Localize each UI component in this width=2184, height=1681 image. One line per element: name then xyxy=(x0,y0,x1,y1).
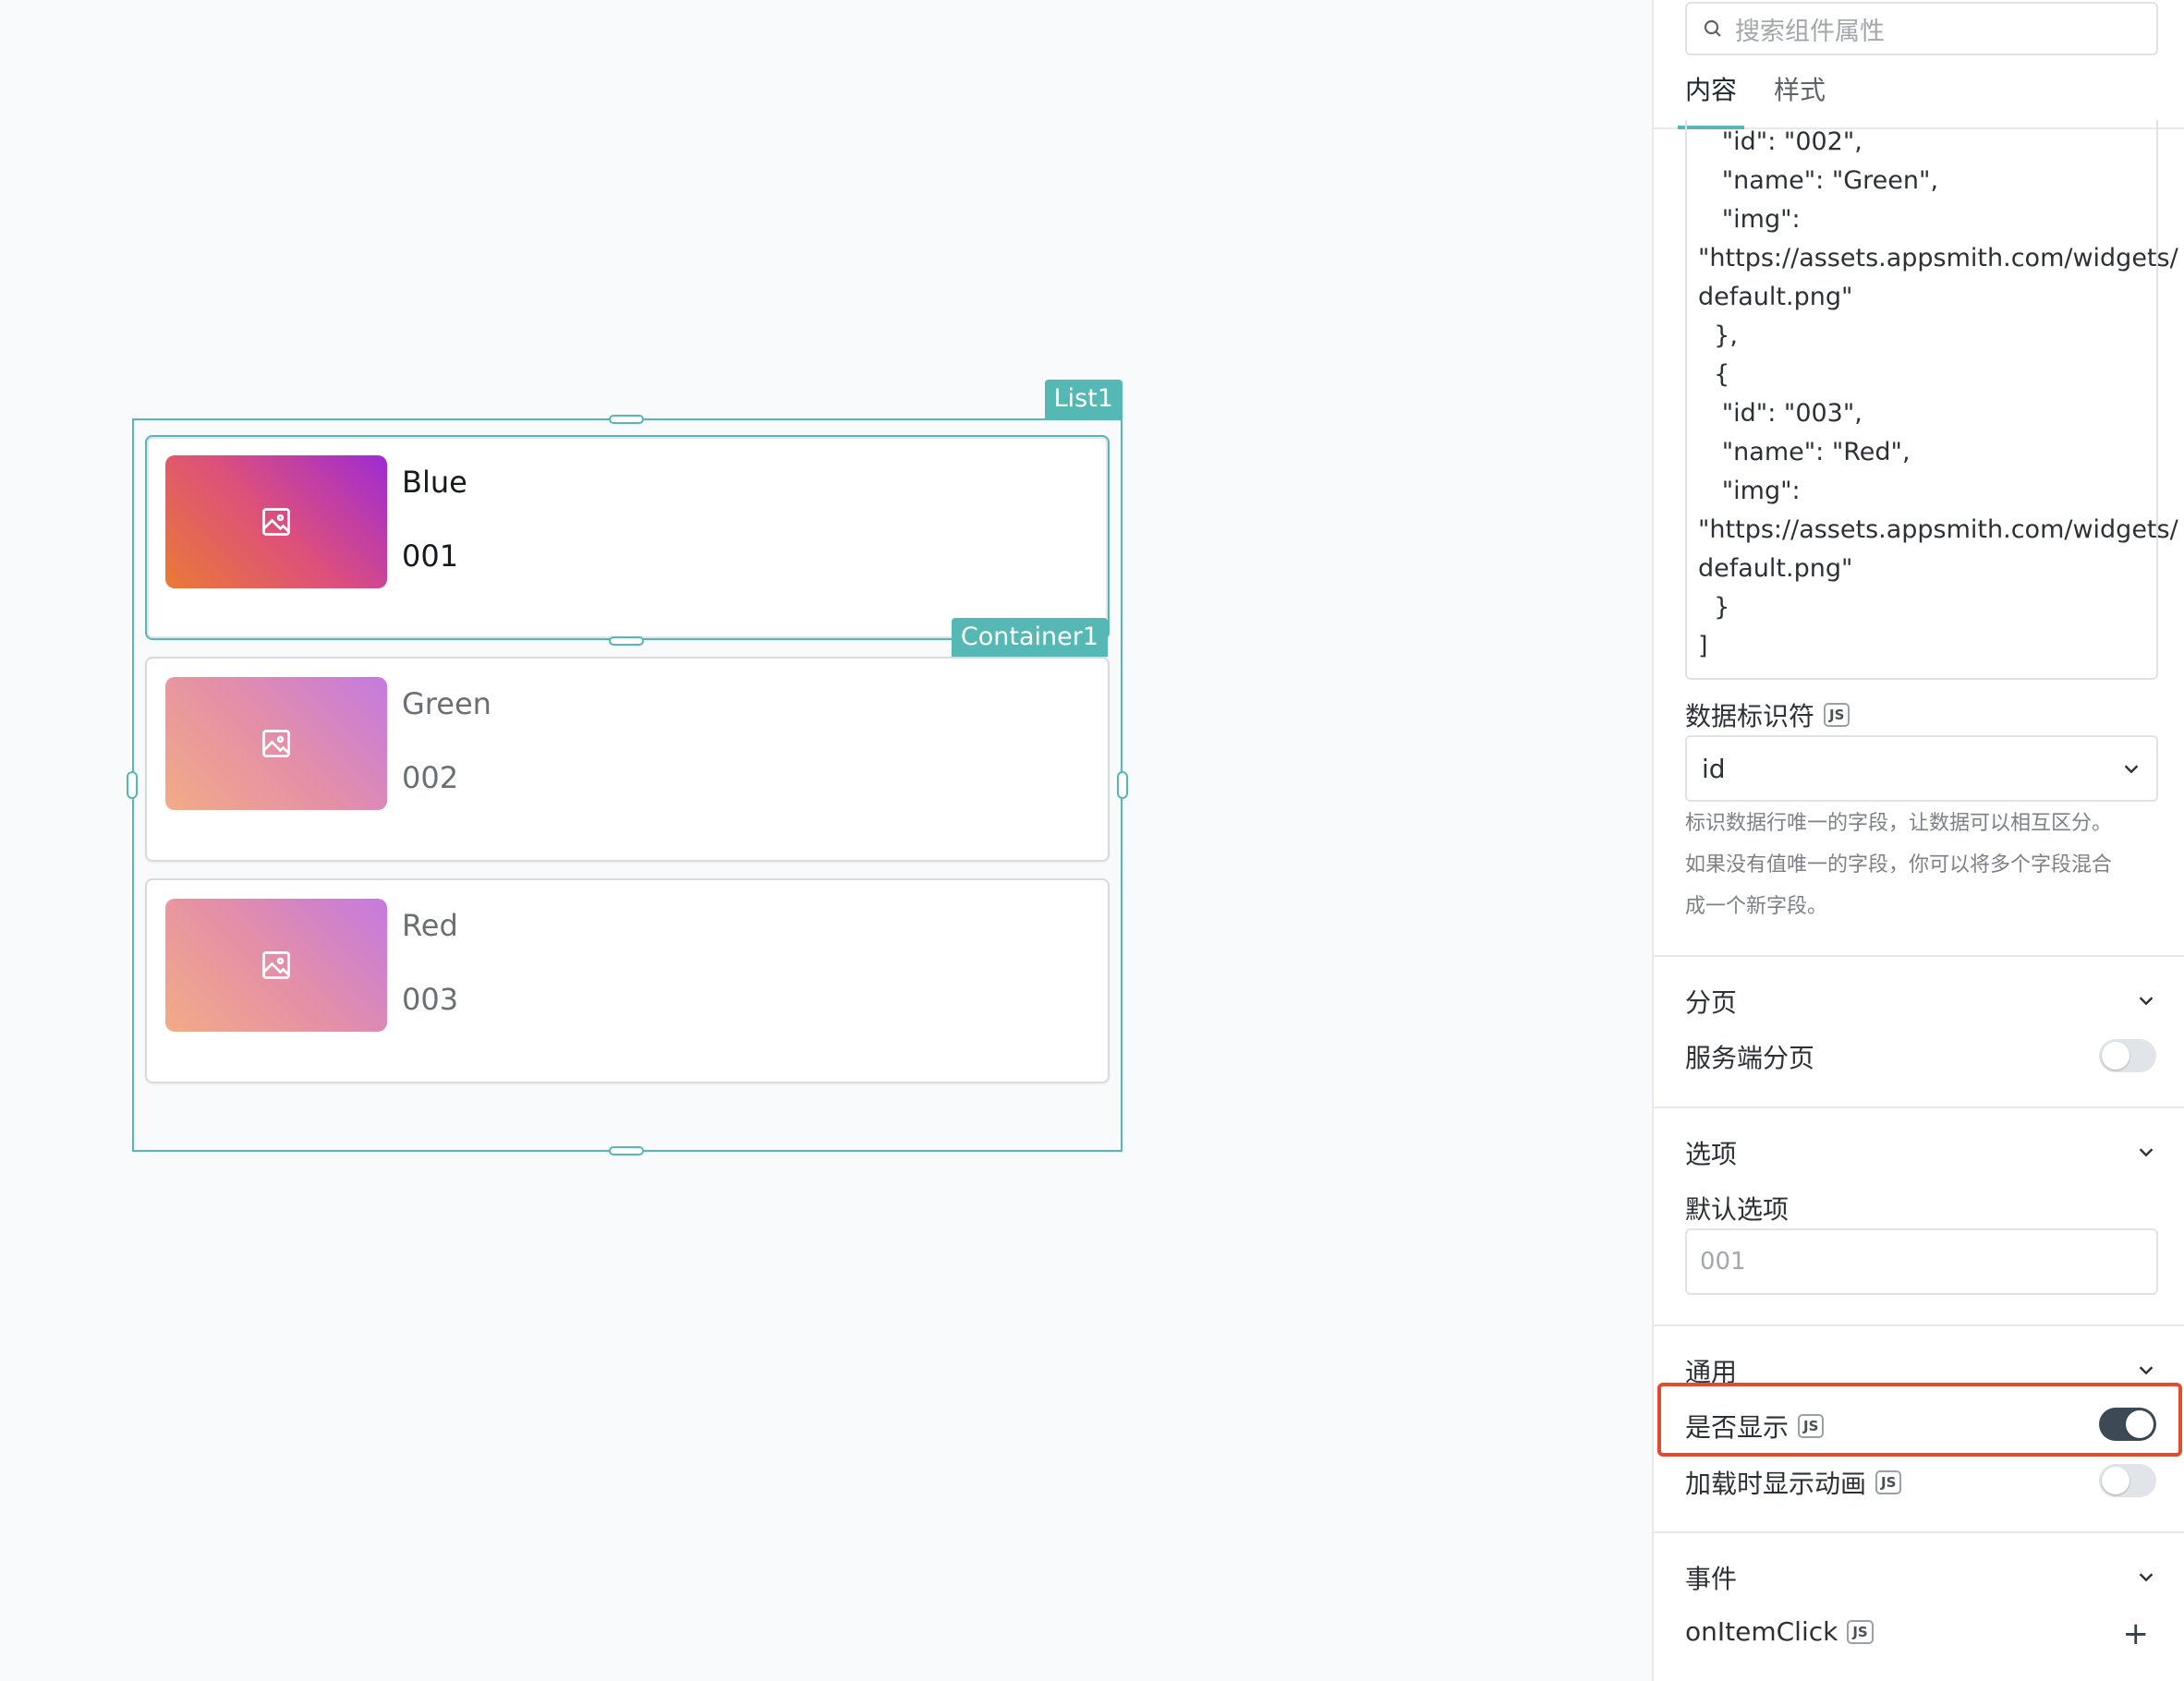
editor-canvas[interactable]: List1 Blue 001 Container1 Green 002 Red … xyxy=(0,0,1582,1681)
code-line: "img": xyxy=(1698,205,1801,234)
section-title-options[interactable]: 选项 xyxy=(1685,1134,1737,1171)
item-image xyxy=(165,455,387,588)
code-line: "name": "Red", xyxy=(1698,438,1911,466)
image-placeholder-icon xyxy=(262,730,290,757)
js-toggle-button[interactable]: JS xyxy=(1875,1470,1902,1494)
code-line: "img": xyxy=(1698,477,1801,505)
code-line: "https://assets.appsmith.com/widgets/ xyxy=(1698,244,2178,272)
help-text-line: 成一个新字段。 xyxy=(1685,895,1828,918)
section-divider xyxy=(1654,955,2184,957)
code-line: ] xyxy=(1698,632,1708,660)
item-image xyxy=(165,677,387,810)
section-divider xyxy=(1654,1324,2184,1326)
animate-loading-label: 加载时显示动画 JS xyxy=(1685,1464,1902,1501)
resize-handle-top[interactable] xyxy=(609,415,644,424)
list-widget[interactable]: List1 Blue 001 Container1 Green 002 Red … xyxy=(127,380,1128,1155)
property-search-input[interactable]: 搜索组件属性 xyxy=(1685,2,2158,55)
chevron-down-icon xyxy=(2124,765,2139,774)
list-items-area: Blue 001 Container1 Green 002 Red 003 xyxy=(140,426,1115,1144)
data-key-label-text: 数据标识符 xyxy=(1685,701,1815,732)
code-line: }, xyxy=(1698,321,1738,350)
code-line: "id": "003", xyxy=(1698,399,1862,428)
list-widget-name-tag[interactable]: List1 xyxy=(1044,380,1122,418)
code-line: } xyxy=(1698,593,1730,622)
chevron-down-icon[interactable] xyxy=(2136,990,2156,1010)
help-text-line: 标识数据行唯一的字段，让数据可以相互区分。 xyxy=(1685,812,2113,835)
on-item-click-label: onItemClick JS xyxy=(1685,1616,1874,1647)
item-id-text: 002 xyxy=(402,760,459,795)
code-line: "id": "002", xyxy=(1698,127,1862,156)
search-icon xyxy=(1704,19,1721,37)
js-toggle-button[interactable]: JS xyxy=(1824,703,1850,727)
chevron-down-icon[interactable] xyxy=(2136,1360,2156,1380)
container-resize-handle[interactable] xyxy=(609,636,644,646)
section-title-pagination[interactable]: 分页 xyxy=(1685,983,1737,1020)
server-side-pagination-toggle[interactable] xyxy=(2099,1039,2156,1072)
item-id-text: 001 xyxy=(402,538,459,574)
list-item[interactable]: Blue 001 xyxy=(145,435,1110,646)
resize-handle-bottom[interactable] xyxy=(609,1146,644,1155)
resize-handle-left[interactable] xyxy=(127,771,138,799)
item-name-text: Red xyxy=(402,908,458,943)
tab-content[interactable]: 内容 xyxy=(1685,70,1737,107)
resize-handle-right[interactable] xyxy=(1117,771,1128,799)
data-key-label: 数据标识符 JS xyxy=(1685,696,1850,733)
item-name-text: Blue xyxy=(402,465,467,500)
item-name-text: Green xyxy=(402,686,491,721)
section-divider xyxy=(1654,1531,2184,1533)
data-key-selected-value: id xyxy=(1702,753,1726,784)
list-data-editor[interactable]: "id": "002", "name": "Green", "img": "ht… xyxy=(1685,120,2178,680)
property-tabs: 内容 样式 xyxy=(1654,57,2184,129)
default-selected-input[interactable]: 001 xyxy=(1685,1228,2158,1295)
code-line: default.png" xyxy=(1698,283,1853,311)
item-id-text: 003 xyxy=(402,982,459,1017)
search-placeholder: 搜索组件属性 xyxy=(1735,17,1885,46)
section-divider xyxy=(1654,1107,2184,1108)
annotation-highlight-box xyxy=(1657,1383,2182,1457)
data-key-select[interactable]: id xyxy=(1685,735,2158,802)
code-line: default.png" xyxy=(1698,554,1853,583)
js-toggle-button[interactable]: JS xyxy=(1847,1619,1874,1644)
default-selected-placeholder: 001 xyxy=(1700,1248,1746,1276)
chevron-down-icon[interactable] xyxy=(2136,1142,2156,1162)
chevron-down-icon[interactable] xyxy=(2136,1566,2156,1587)
on-item-click-label-text: onItemClick xyxy=(1685,1616,1838,1647)
server-side-pagination-label: 服务端分页 xyxy=(1685,1043,1815,1073)
section-title-events[interactable]: 事件 xyxy=(1685,1559,1737,1596)
default-selected-label: 默认选项 xyxy=(1685,1194,1790,1225)
toggle-knob xyxy=(2102,1467,2129,1494)
list-item[interactable]: Container1 Green 002 xyxy=(145,618,1110,862)
image-placeholder-icon xyxy=(262,951,290,979)
item-image xyxy=(165,899,387,1032)
image-placeholder-icon xyxy=(262,508,290,536)
add-action-plus-icon[interactable]: + xyxy=(2123,1618,2150,1650)
container-widget-name-tag[interactable]: Container1 xyxy=(951,618,1108,657)
toggle-knob xyxy=(2102,1042,2129,1070)
animate-loading-toggle[interactable] xyxy=(2099,1464,2156,1497)
code-line: "https://assets.appsmith.com/widgets/ xyxy=(1698,515,2178,544)
help-text-line: 如果没有值唯一的字段，你可以将多个字段混合 xyxy=(1685,853,2113,877)
code-line: "name": "Green", xyxy=(1698,166,1939,195)
code-line: { xyxy=(1698,360,1730,389)
animate-loading-label-text: 加载时显示动画 xyxy=(1685,1469,1867,1499)
tab-style[interactable]: 样式 xyxy=(1774,70,1826,107)
list-item[interactable]: Red 003 xyxy=(145,878,1110,1083)
